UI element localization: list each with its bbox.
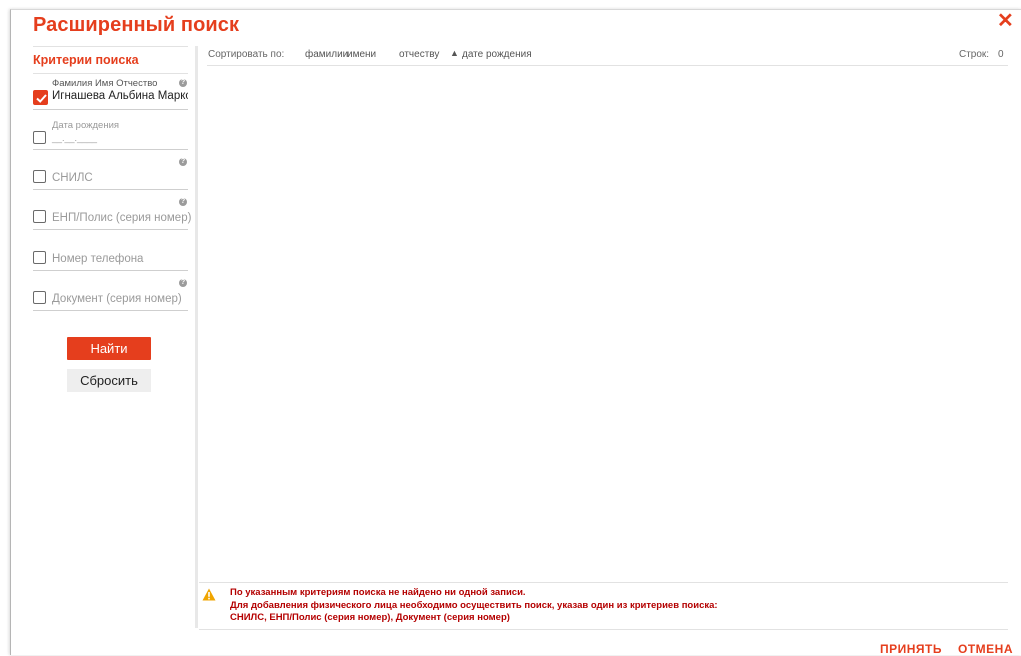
snils-help-icon[interactable]: ? <box>179 158 187 166</box>
panel-divider[interactable] <box>195 46 198 628</box>
document-field[interactable]: Документ (серия номер) ? <box>33 279 188 311</box>
snils-input[interactable]: СНИЛС <box>52 172 93 184</box>
warning-icon <box>202 588 216 601</box>
sort-by-lastname[interactable]: фамилии <box>305 49 348 60</box>
fio-label: Фамилия Имя Отчество <box>52 78 158 89</box>
criteria-header: Критерии поиска <box>33 46 188 74</box>
close-icon[interactable]: ✕ <box>997 11 1014 31</box>
enp-help-icon[interactable]: ? <box>179 198 187 206</box>
dialog-title: Расширенный поиск <box>33 14 240 36</box>
birthdate-checkbox[interactable] <box>33 131 46 144</box>
document-help-icon[interactable]: ? <box>179 279 187 287</box>
birthdate-input[interactable]: __.__.____ <box>52 133 97 143</box>
results-list <box>199 67 1008 581</box>
status-message: По указанным критериям поиска не найдено… <box>199 582 1008 630</box>
sort-by-firstname[interactable]: имени <box>347 49 376 60</box>
snils-field[interactable]: СНИЛС ? <box>33 158 188 190</box>
phone-checkbox[interactable] <box>33 251 46 264</box>
phone-input[interactable]: Номер телефона <box>52 253 143 265</box>
phone-field[interactable]: Номер телефона <box>33 245 188 271</box>
reset-button[interactable]: Сбросить <box>67 369 151 392</box>
find-button[interactable]: Найти <box>67 337 151 360</box>
search-criteria-panel: Критерии поиска <box>33 46 188 74</box>
fio-field[interactable]: Фамилия Имя Отчество Игнашева Альбина Ма… <box>33 78 188 110</box>
message-line-3: СНИЛС, ЕНП/Полис (серия номер), Документ… <box>230 612 510 623</box>
fio-input[interactable]: Игнашева Альбина Марко <box>52 90 188 102</box>
sort-by-birthdate[interactable]: дате рождения <box>462 49 532 60</box>
document-input[interactable]: Документ (серия номер) <box>52 293 182 305</box>
birthdate-field[interactable]: Дата рождения __.__.____ <box>33 118 188 150</box>
enp-input[interactable]: ЕНП/Полис (серия номер) <box>52 212 191 224</box>
rows-count: 0 <box>998 49 1004 60</box>
enp-field[interactable]: ЕНП/Полис (серия номер) ? <box>33 198 191 230</box>
sort-bar: Сортировать по: фамилии имени отчеству ▲… <box>207 48 1008 66</box>
fio-checkbox[interactable] <box>33 90 48 105</box>
rows-label: Строк: <box>959 49 990 60</box>
sort-label: Сортировать по: <box>208 49 285 60</box>
fio-help-icon[interactable]: ? <box>179 79 187 87</box>
enp-checkbox[interactable] <box>33 210 46 223</box>
snils-checkbox[interactable] <box>33 170 46 183</box>
sort-by-patronymic[interactable]: отчеству <box>399 49 439 60</box>
sort-asc-icon: ▲ <box>450 48 459 58</box>
document-checkbox[interactable] <box>33 291 46 304</box>
message-line-2: Для добавления физического лица необходи… <box>230 600 718 611</box>
message-line-1: По указанным критериям поиска не найдено… <box>230 587 526 598</box>
birthdate-label: Дата рождения <box>52 120 120 131</box>
